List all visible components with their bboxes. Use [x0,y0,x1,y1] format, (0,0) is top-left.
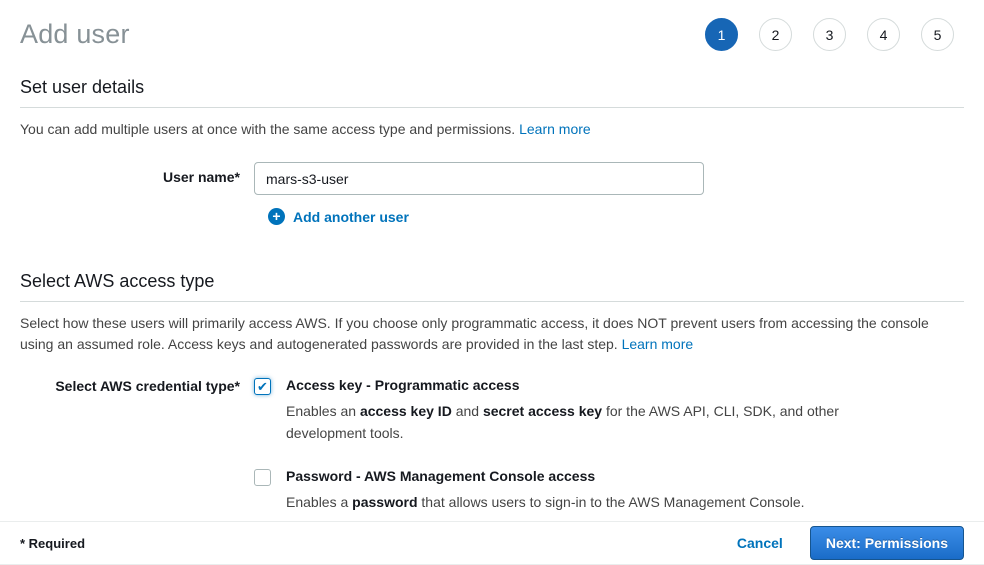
add-another-user-link[interactable]: + Add another user [268,208,409,225]
wizard-step-4[interactable]: 4 [867,18,900,51]
desc-text: Enables a [286,494,352,510]
cancel-button[interactable]: Cancel [737,535,783,551]
wizard-footer: * Required Cancel Next: Permissions [0,521,984,565]
add-user-page: Add user 1 2 3 4 5 Set user details You … [0,0,984,513]
wizard-step-1[interactable]: 1 [705,18,738,51]
desc-bold: password [352,494,417,510]
user-name-label: User name* [20,162,254,185]
divider [20,107,964,108]
divider [20,301,964,302]
user-name-row: User name* [20,162,964,195]
add-another-user-label: Add another user [293,209,409,225]
desc-bold: secret access key [483,403,602,419]
wizard-step-3[interactable]: 3 [813,18,846,51]
intro-text: Select how these users will primarily ac… [20,315,929,352]
option-programmatic-access: ✔ Access key - Programmatic access Enabl… [254,377,846,444]
option-desc-console: Enables a password that allows users to … [286,491,805,513]
access-type-intro: Select how these users will primarily ac… [20,313,964,355]
option-desc-programmatic: Enables an access key ID and secret acce… [286,400,846,444]
user-details-intro: You can add multiple users at once with … [20,119,964,140]
required-note: * Required [20,536,85,551]
credential-options: ✔ Access key - Programmatic access Enabl… [254,377,846,513]
learn-more-link-user-details[interactable]: Learn more [519,121,591,137]
desc-text: that allows users to sign-in to the AWS … [418,494,805,510]
option-text: Access key - Programmatic access Enables… [286,377,846,444]
credential-checkbox-0[interactable]: ✔ [254,378,271,395]
learn-more-link-access-type[interactable]: Learn more [622,336,694,352]
option-console-access: Password - AWS Management Console access… [254,468,846,513]
desc-text: Enables an [286,403,360,419]
option-title-programmatic: Access key - Programmatic access [286,377,846,393]
next-permissions-button[interactable]: Next: Permissions [810,526,964,560]
wizard-step-5[interactable]: 5 [921,18,954,51]
footer-actions: Cancel Next: Permissions [737,526,964,560]
section-heading-access-type: Select AWS access type [20,271,964,301]
section-user-details: Set user details You can add multiple us… [20,77,964,267]
section-heading-user-details: Set user details [20,77,964,107]
credential-type-label: Select AWS credential type* [20,377,254,394]
desc-bold: access key ID [360,403,452,419]
page-title: Add user [20,19,130,50]
page-header: Add user 1 2 3 4 5 [20,0,964,51]
user-name-input[interactable] [254,162,704,195]
credential-type-row: Select AWS credential type* ✔ Access key… [20,377,964,513]
desc-text: and [452,403,483,419]
credential-checkbox-1[interactable] [254,469,271,486]
wizard-steps: 1 2 3 4 5 [705,18,964,51]
section-access-type: Select AWS access type Select how these … [20,271,964,513]
option-title-console: Password - AWS Management Console access [286,468,805,484]
intro-text: You can add multiple users at once with … [20,121,515,137]
option-text: Password - AWS Management Console access… [286,468,805,513]
plus-icon: + [268,208,285,225]
wizard-step-2[interactable]: 2 [759,18,792,51]
